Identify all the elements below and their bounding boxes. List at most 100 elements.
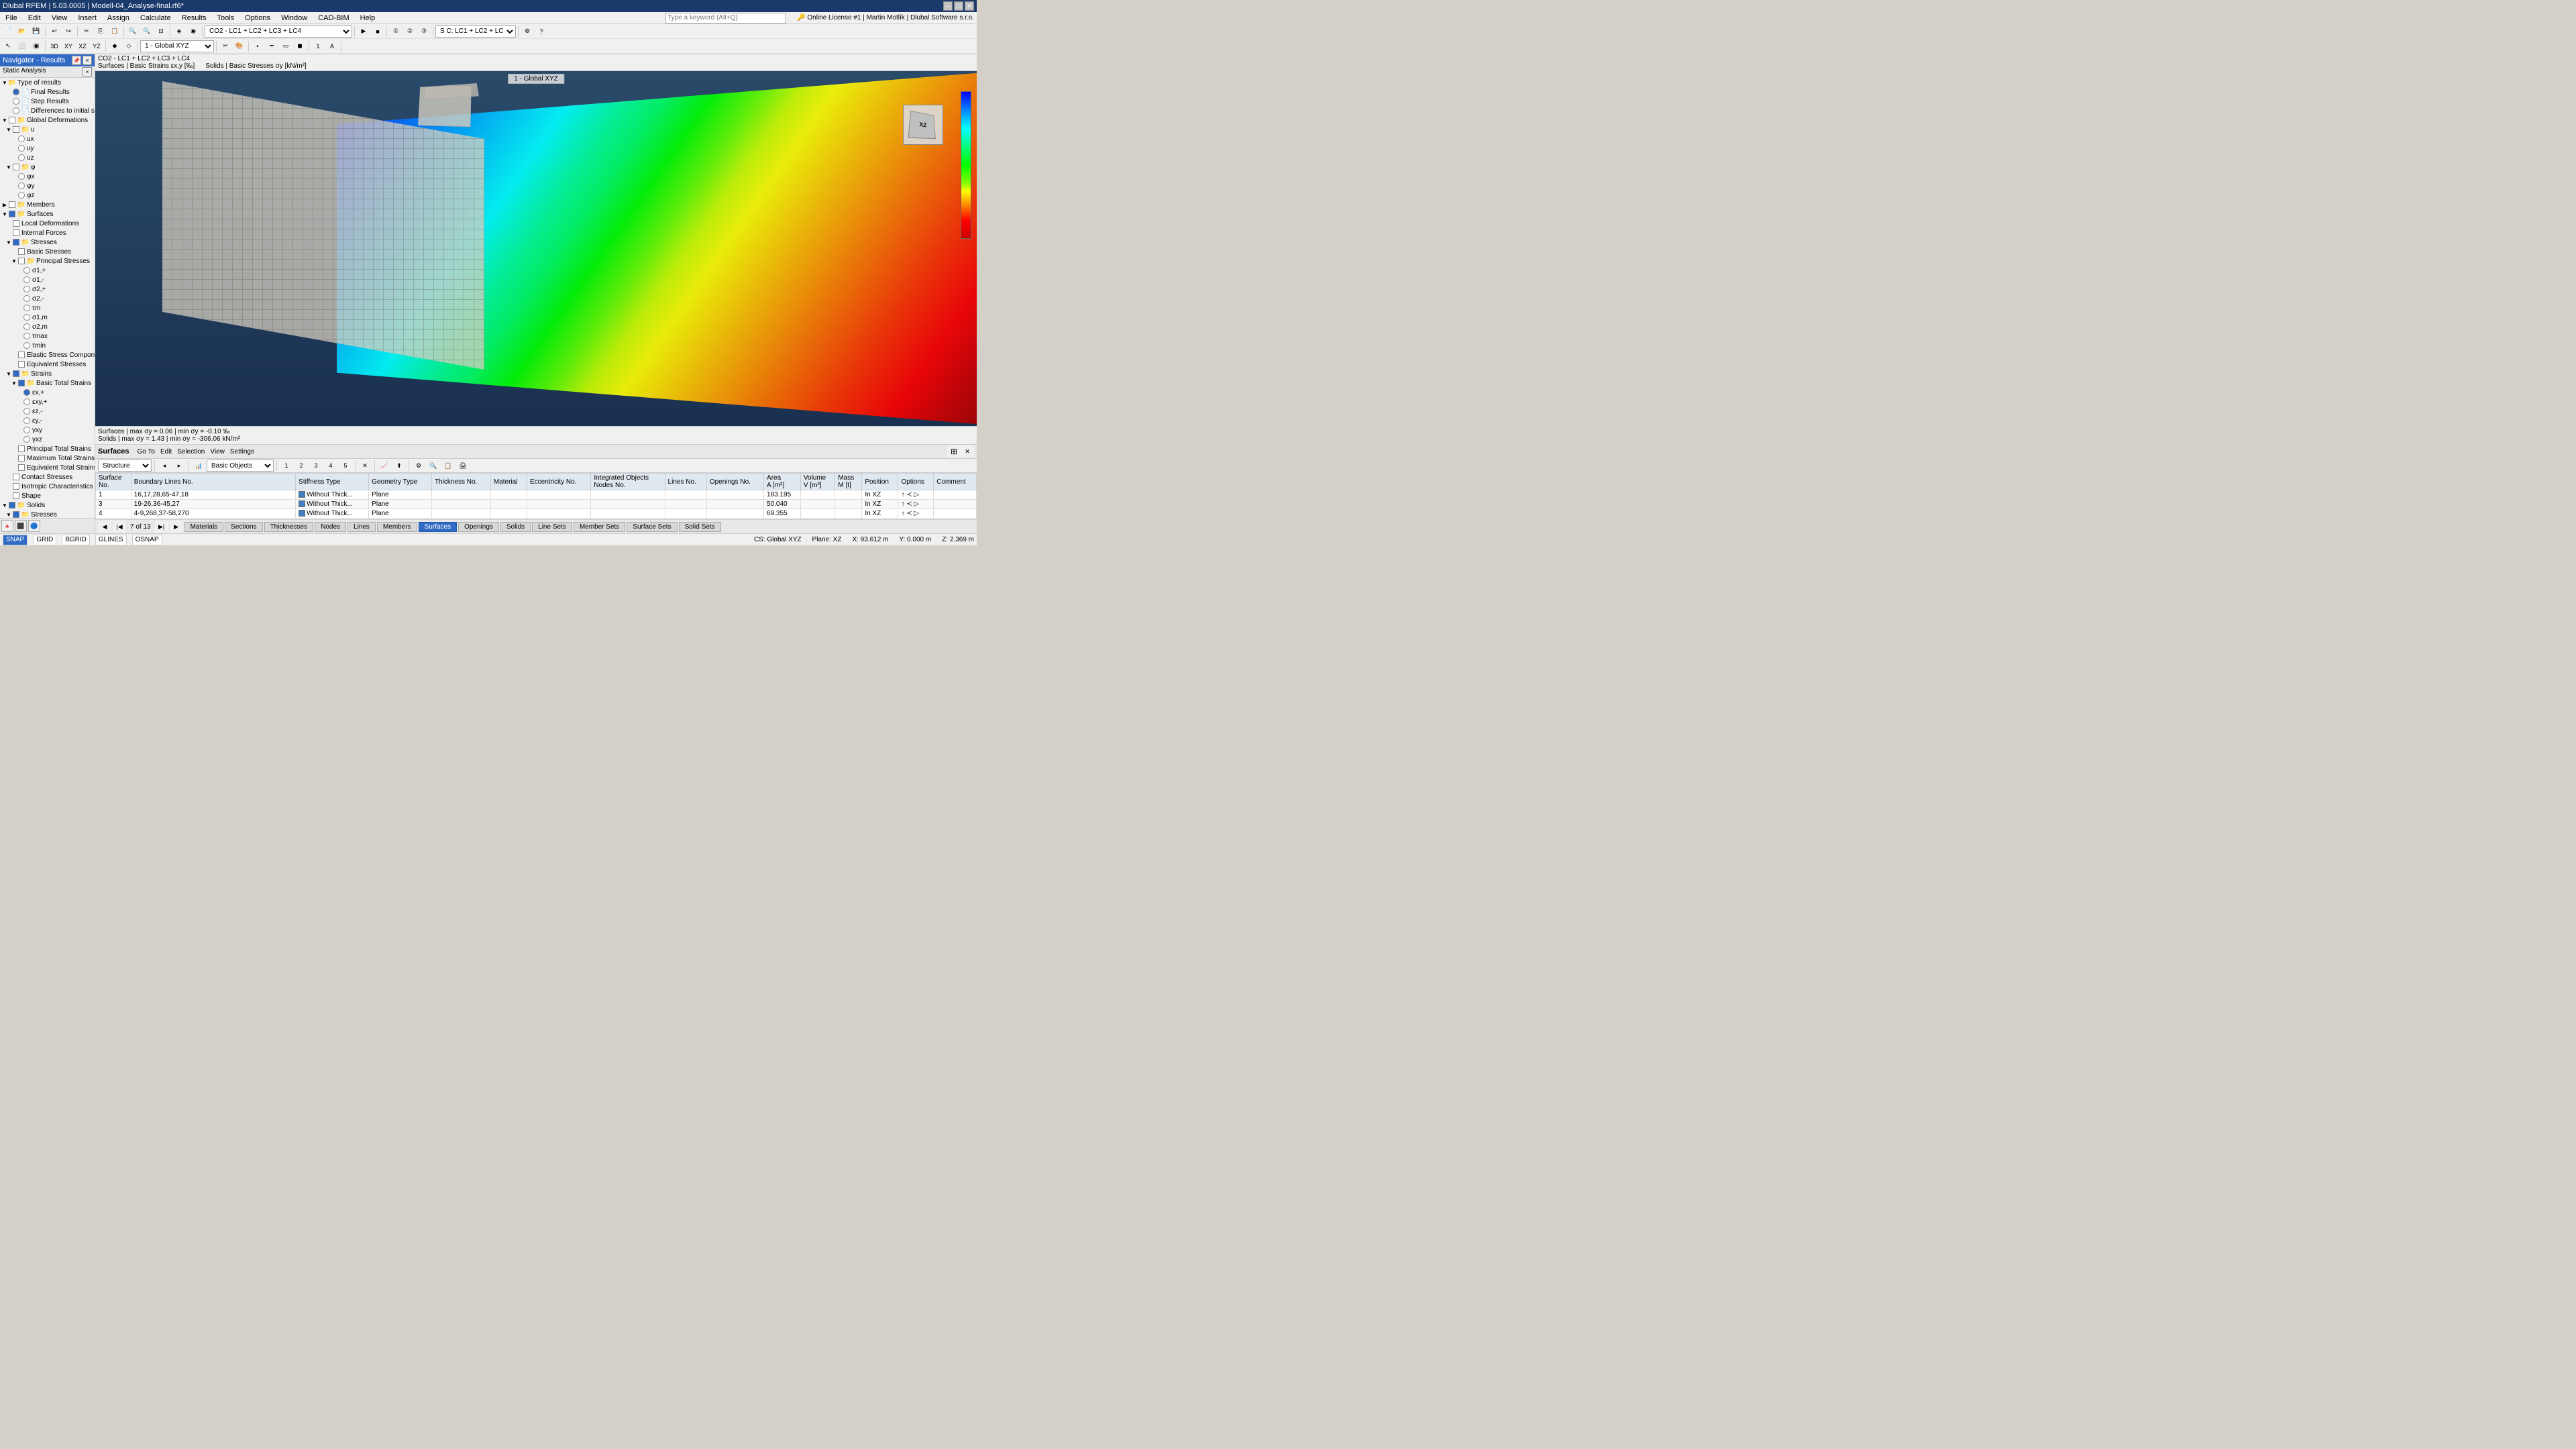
color-button[interactable]: 🎨 bbox=[233, 40, 246, 52]
tree-s1m2[interactable]: σ1,m bbox=[0, 313, 95, 322]
tree-basic-stresses[interactable]: Basic Stresses bbox=[0, 247, 95, 256]
bp-tool-3[interactable]: 📋 bbox=[441, 460, 455, 472]
tab-members[interactable]: Members bbox=[377, 522, 417, 532]
basic-objects-combo[interactable]: Basic Objects bbox=[207, 460, 274, 472]
tab-solids[interactable]: Solids bbox=[500, 522, 531, 532]
tab-surface-sets[interactable]: Surface Sets bbox=[627, 522, 677, 532]
tree-tmin[interactable]: τmin bbox=[0, 341, 95, 350]
nav-btn-3[interactable]: 🔵 bbox=[28, 520, 40, 532]
toggle-solid-stresses[interactable]: ▼ bbox=[5, 511, 12, 518]
grid-button[interactable]: GRID bbox=[33, 535, 56, 545]
menu-results[interactable]: Results bbox=[179, 13, 209, 23]
tab-materials[interactable]: Materials bbox=[184, 522, 224, 532]
tree-stresses[interactable]: ▼ 📁 Stresses bbox=[0, 237, 95, 247]
tree-node-step-results[interactable]: 📄 Step Results bbox=[0, 97, 95, 106]
cut-button[interactable]: ✂ bbox=[80, 25, 93, 38]
tree-phi[interactable]: ▼ 📁 φ bbox=[0, 162, 95, 172]
tab-solid-sets[interactable]: Solid Sets bbox=[679, 522, 721, 532]
tab-sections[interactable]: Sections bbox=[225, 522, 262, 532]
help-button[interactable]: ? bbox=[535, 25, 548, 38]
tree-internal-forces[interactable]: Internal Forces bbox=[0, 228, 95, 237]
bp-export[interactable]: ⬆ bbox=[392, 460, 406, 472]
save-button[interactable]: 💾 bbox=[30, 25, 43, 38]
tree-local-def[interactable]: Local Deformations bbox=[0, 219, 95, 228]
render-button[interactable]: ◈ bbox=[172, 25, 186, 38]
labels-button[interactable]: A bbox=[325, 40, 339, 52]
tree-basic-total-strains[interactable]: ▼ 📁 Basic Total Strains bbox=[0, 378, 95, 388]
toggle-basic-strains[interactable]: ▼ bbox=[11, 380, 17, 386]
bgrid-button[interactable]: BGRID bbox=[62, 535, 90, 545]
tab-lines[interactable]: Lines bbox=[347, 522, 376, 532]
result-type-combo[interactable]: S C: LC1 + LC2 + LC3 + LC4 bbox=[435, 25, 516, 38]
tree-principal-strains[interactable]: Principal Total Strains bbox=[0, 444, 95, 453]
run-calc-button[interactable]: ▶ bbox=[357, 25, 370, 38]
structure-combo[interactable]: Structure bbox=[98, 460, 152, 472]
panel-pin-button[interactable]: 📌 bbox=[72, 56, 81, 65]
open-button[interactable]: 📂 bbox=[15, 25, 29, 38]
menu-help[interactable]: Help bbox=[358, 13, 378, 23]
tree-max-strains[interactable]: Maximum Total Strains bbox=[0, 453, 95, 463]
tree-node-final-results[interactable]: 📄 Final Results bbox=[0, 87, 95, 97]
bp-settings[interactable]: Settings bbox=[227, 447, 257, 456]
tree-principal-stresses[interactable]: ▼ 📁 Principal Stresses bbox=[0, 256, 95, 266]
toggle-phi[interactable]: ▼ bbox=[5, 164, 12, 170]
toggle-strains[interactable]: ▼ bbox=[5, 370, 12, 377]
bp-filter-2[interactable]: 2 bbox=[294, 460, 308, 472]
tree-s2m2[interactable]: σ2,m bbox=[0, 322, 95, 331]
bp-filter-1[interactable]: 1 bbox=[280, 460, 293, 472]
page-next[interactable]: ▶ bbox=[170, 521, 183, 533]
result-view-2[interactable]: ② bbox=[403, 25, 417, 38]
view-3d[interactable]: 3D bbox=[48, 40, 61, 52]
tab-member-sets[interactable]: Member Sets bbox=[574, 522, 625, 532]
bp-tool-1[interactable]: ⚙ bbox=[412, 460, 425, 472]
close-button[interactable]: ✕ bbox=[965, 1, 974, 11]
render-wire[interactable]: ◇ bbox=[122, 40, 136, 52]
bp-btn-3[interactable]: 📊 bbox=[192, 460, 205, 472]
bp-tool-2[interactable]: 🔍 bbox=[427, 460, 440, 472]
tree-equiv-strains[interactable]: Equivalent Total Strains bbox=[0, 463, 95, 472]
tree-s1m[interactable]: σ1,- bbox=[0, 275, 95, 284]
tree-equiv-stresses[interactable]: Equivalent Stresses bbox=[0, 360, 95, 369]
bp-chart[interactable]: 📈 bbox=[378, 460, 391, 472]
tree-s2p[interactable]: σ2,+ bbox=[0, 284, 95, 294]
numbering-button[interactable]: 1 bbox=[311, 40, 325, 52]
view-xy[interactable]: XY bbox=[62, 40, 75, 52]
panel-close-button[interactable]: ✕ bbox=[83, 56, 92, 65]
tree-phix[interactable]: φx bbox=[0, 172, 95, 181]
tree-solid-stresses[interactable]: ▼ 📁 Stresses bbox=[0, 510, 95, 518]
toggle-global-def[interactable]: ▼ bbox=[1, 117, 8, 123]
bp-btn-1[interactable]: ◂ bbox=[158, 460, 171, 472]
bp-x[interactable]: ✕ bbox=[358, 460, 372, 472]
load-case-combo[interactable]: CO2 - LC1 + LC2 + LC3 + LC4 bbox=[205, 25, 352, 38]
nav-cube[interactable]: XZ bbox=[903, 105, 943, 145]
bp-expand[interactable]: ⊞ bbox=[947, 445, 961, 458]
tree-uz[interactable]: uz bbox=[0, 153, 95, 162]
bp-filter-4[interactable]: 4 bbox=[324, 460, 337, 472]
line-button[interactable]: ━ bbox=[265, 40, 278, 52]
menu-window[interactable]: Window bbox=[278, 13, 310, 23]
menu-tools[interactable]: Tools bbox=[214, 13, 237, 23]
tree-strains[interactable]: ▼ 📁 Strains bbox=[0, 369, 95, 378]
view-combo[interactable]: 1 - Global XYZ bbox=[140, 40, 214, 52]
surface-button[interactable]: ▭ bbox=[279, 40, 292, 52]
page-first[interactable]: |◀ bbox=[113, 521, 126, 533]
bp-edit[interactable]: Edit bbox=[158, 447, 174, 456]
toggle-members[interactable]: ▶ bbox=[1, 201, 8, 208]
zoom-in-button[interactable]: 🔍 bbox=[126, 25, 140, 38]
tab-line-sets[interactable]: Line Sets bbox=[532, 522, 572, 532]
tree-phiz[interactable]: φz bbox=[0, 191, 95, 200]
tree-surfaces[interactable]: ▼ 📁 Surfaces bbox=[0, 209, 95, 219]
undo-button[interactable]: ↩ bbox=[48, 25, 61, 38]
menu-assign[interactable]: Assign bbox=[105, 13, 132, 23]
select-all[interactable]: ▣ bbox=[30, 40, 43, 52]
menu-view[interactable]: View bbox=[49, 13, 70, 23]
page-prev[interactable]: ◀ bbox=[98, 521, 111, 533]
tree-node-type-results[interactable]: ▼ 📁 Type of results bbox=[0, 78, 95, 87]
tree-uy[interactable]: uy bbox=[0, 144, 95, 153]
tree-tm[interactable]: τm bbox=[0, 303, 95, 313]
toggle-solids[interactable]: ▼ bbox=[1, 502, 8, 508]
zoom-out-button[interactable]: 🔍 bbox=[140, 25, 154, 38]
toggle-u[interactable]: ▼ bbox=[5, 126, 12, 133]
menu-edit[interactable]: Edit bbox=[25, 13, 44, 23]
bp-close[interactable]: ✕ bbox=[961, 445, 974, 458]
